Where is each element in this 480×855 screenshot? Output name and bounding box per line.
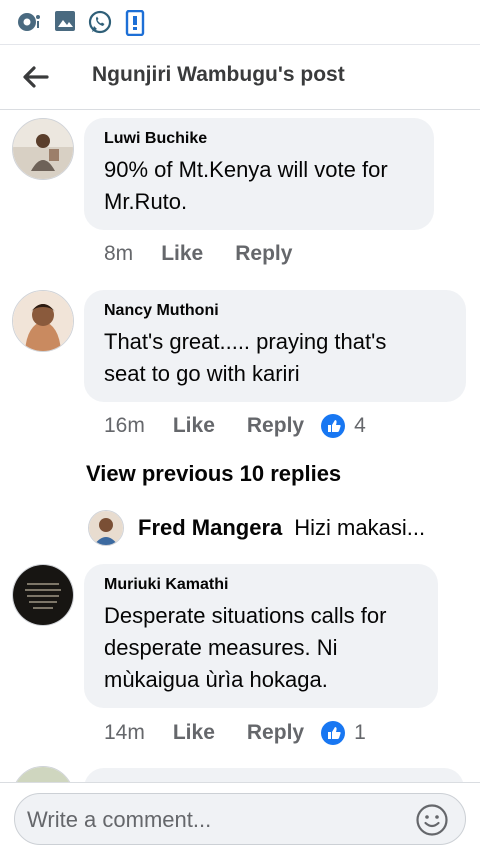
- back-arrow-icon: [23, 66, 49, 88]
- comment-text-line: Mr.Ruto.: [104, 189, 188, 214]
- comment-composer-bar: [0, 782, 480, 855]
- comment-composer: [14, 793, 466, 845]
- comment-time: 16m: [104, 414, 145, 437]
- comment-text: 90% of Mt.Kenya will vote for Mr.Ruto.: [104, 154, 414, 218]
- commenter-name[interactable]: Nancy Muthoni: [104, 302, 446, 320]
- reply-button[interactable]: Reply: [247, 721, 304, 745]
- comment-text-line: 90% of Mt.Kenya will vote for: [104, 157, 388, 182]
- commenter-name[interactable]: Muriuki Kamathi: [104, 576, 418, 594]
- emoji-icon[interactable]: [415, 803, 449, 837]
- back-button[interactable]: [14, 55, 58, 99]
- reaction-count: 1: [354, 721, 366, 744]
- location-sync-icon: [18, 13, 40, 31]
- avatar[interactable]: [12, 290, 74, 352]
- page-title: Ngunjiri Wambugu's post: [92, 63, 345, 86]
- comment-text-line: Desperate situations calls for: [104, 603, 387, 628]
- reply-author-name: Fred Mangera: [138, 515, 283, 540]
- comment-text: Desperate situations calls for desperate…: [104, 600, 418, 696]
- comment-bubble: Nancy Muthoni That's great..... praying …: [84, 290, 466, 402]
- commenter-name[interactable]: Luwi Buchike: [104, 130, 414, 148]
- post-header: Ngunjiri Wambugu's post: [0, 44, 480, 110]
- comment-text: That's great..... praying that's seat to…: [104, 326, 446, 390]
- like-button[interactable]: Like: [173, 414, 215, 438]
- phone-icon: [125, 10, 145, 36]
- like-reaction-icon: [321, 414, 346, 438]
- reply-preview[interactable]: Fred Mangera Hizi makasi...: [88, 508, 458, 548]
- reaction-count: 4: [354, 414, 366, 437]
- reaction-summary[interactable]: 1: [320, 720, 366, 746]
- comment-bubble: Muriuki Kamathi Desperate situations cal…: [84, 564, 438, 708]
- comment-input[interactable]: [25, 802, 409, 838]
- like-button[interactable]: Like: [161, 242, 203, 266]
- comment-text-line: seat to go with kariri: [104, 361, 300, 386]
- comment-time: 8m: [104, 242, 134, 265]
- comment-time: 14m: [104, 721, 145, 744]
- reply-snippet: Hizi makasi...: [294, 515, 426, 540]
- comment-actions: 14m Like Reply 1: [104, 720, 366, 746]
- like-reaction-icon: [321, 721, 346, 745]
- comment-actions: 16m Like Reply 4: [104, 413, 366, 439]
- like-button[interactable]: Like: [173, 721, 215, 745]
- avatar[interactable]: [12, 564, 74, 626]
- whatsapp-icon: [88, 10, 112, 34]
- comment-actions: 8m Like Reply: [104, 242, 292, 266]
- comment-text-line: mùkaigua ùrìa hokaga.: [104, 667, 328, 692]
- status-bar: [0, 0, 480, 44]
- comment-text-line: desperate measures. Ni: [104, 635, 338, 660]
- reply-button[interactable]: Reply: [247, 414, 304, 438]
- avatar: [88, 510, 124, 546]
- gallery-icon: [55, 11, 75, 31]
- reply-button[interactable]: Reply: [235, 242, 292, 266]
- comment-bubble: Luwi Buchike 90% of Mt.Kenya will vote f…: [84, 118, 434, 230]
- reaction-summary[interactable]: 4: [320, 413, 366, 439]
- comment-text-line: That's great..... praying that's: [104, 329, 387, 354]
- view-previous-replies-link[interactable]: View previous 10 replies: [86, 461, 341, 487]
- avatar[interactable]: [12, 118, 74, 180]
